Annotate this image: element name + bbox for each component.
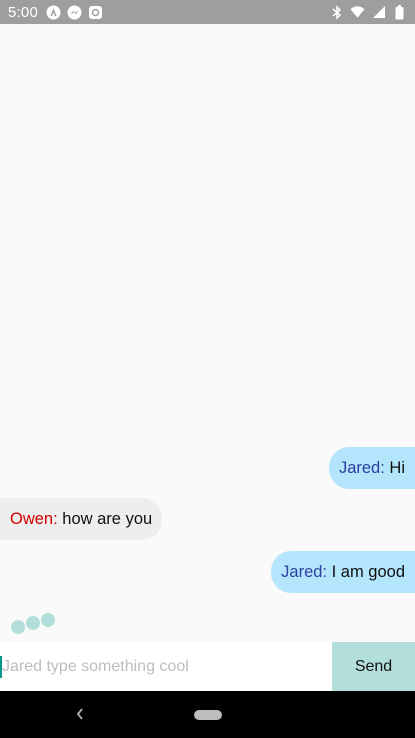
message-text: how are you <box>62 510 153 528</box>
send-button[interactable]: Send <box>332 642 415 691</box>
message-bubble: Owen: how are you <box>0 498 163 540</box>
wifi-icon <box>350 5 365 20</box>
android-auto-icon <box>46 5 61 20</box>
home-pill-icon[interactable] <box>194 710 222 720</box>
back-icon[interactable] <box>72 705 88 723</box>
typing-dot <box>26 616 40 630</box>
app-icon <box>88 5 103 20</box>
system-icons <box>329 4 407 20</box>
message-list[interactable]: Jared: Hi Owen: how are you Jared: I am … <box>0 24 415 642</box>
message-bubble: Jared: Hi <box>328 447 415 489</box>
typing-dots-icon <box>11 613 61 638</box>
message-sender: Jared: <box>338 459 390 477</box>
battery-icon <box>392 4 407 20</box>
chat-screen: 5:00 Jared: Hi Owen: how are you Jared: … <box>0 0 415 738</box>
message-text: Hi <box>389 459 405 477</box>
status-bar: 5:00 <box>0 0 415 24</box>
message-input[interactable] <box>0 642 332 691</box>
message-sender: Jared: <box>281 563 332 581</box>
navigation-bar <box>0 691 415 738</box>
status-time: 5:00 <box>8 3 38 21</box>
message-input-wrapper[interactable] <box>0 642 332 691</box>
typing-dot <box>41 613 55 627</box>
composer-bar: Send <box>0 642 415 691</box>
text-cursor <box>0 656 2 678</box>
signal-icon <box>371 5 386 20</box>
message-sender: Owen: <box>10 510 63 528</box>
message-text: I am good <box>331 563 405 581</box>
typing-dot <box>11 620 25 634</box>
notification-icons <box>46 5 103 20</box>
messenger-icon <box>67 5 82 20</box>
message-bubble: Jared: I am good <box>271 551 415 593</box>
bluetooth-icon <box>329 4 344 20</box>
